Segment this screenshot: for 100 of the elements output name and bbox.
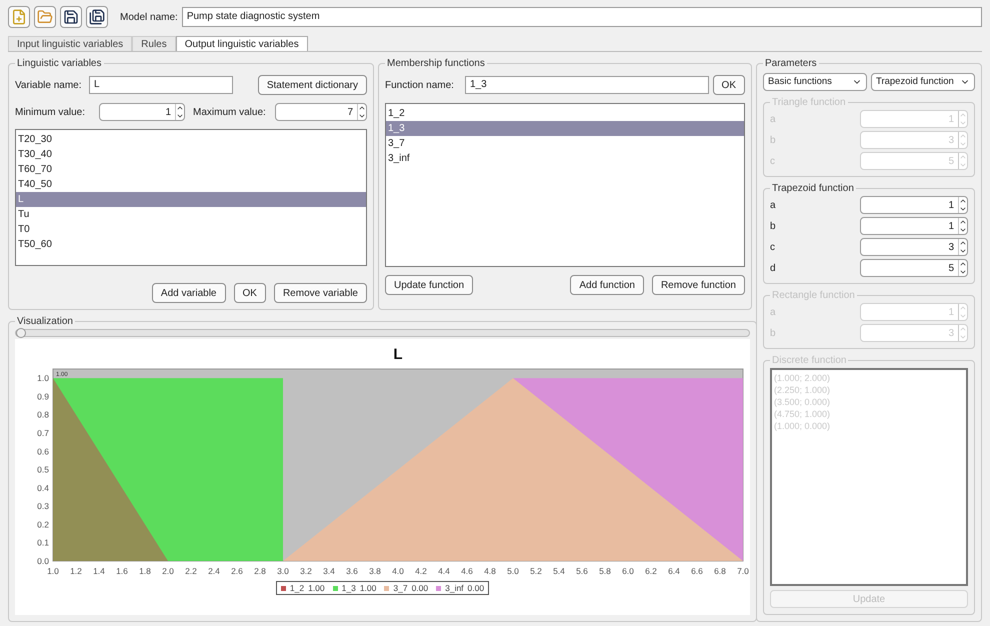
x-tick-label: 2.0: [162, 566, 174, 576]
folder-icon: [37, 9, 53, 25]
x-tick-label: 2.2: [185, 566, 197, 576]
group-title: Linguistic variables: [16, 57, 102, 71]
x-tick-label: 1.4: [93, 566, 105, 576]
y-tick-label: 1.0: [37, 373, 49, 384]
chart-title: L: [393, 346, 403, 363]
group-title: Membership functions: [386, 57, 486, 71]
tab[interactable]: Rules: [132, 36, 176, 51]
model-name-label: Model name:: [120, 10, 178, 24]
group-title: Trapezoid function: [771, 182, 855, 196]
y-tick-label: 0.9: [37, 391, 49, 402]
x-tick-label: 1.0: [47, 566, 59, 576]
parameter-spinner[interactable]: 5: [860, 259, 968, 277]
parameter-spinner[interactable]: 3: [860, 238, 968, 256]
variable-name-field[interactable]: L: [89, 76, 233, 94]
x-tick-label: 5.4: [553, 566, 565, 576]
x-tick-label: 4.8: [484, 566, 496, 576]
x-tick-label: 6.2: [645, 566, 657, 576]
x-tick-label: 6.4: [668, 566, 680, 576]
tab[interactable]: Output linguistic variables: [176, 36, 308, 51]
x-tick-label: 3.2: [300, 566, 312, 576]
variable-name-label: Variable name:: [15, 78, 83, 92]
x-tick-label: 4.0: [392, 566, 404, 576]
legend-label: 1_2: [290, 582, 304, 594]
x-tick-label: 1.8: [139, 566, 151, 576]
legend-value: 1.00: [308, 582, 325, 594]
x-tick-label: 6.6: [691, 566, 703, 576]
model-name-field[interactable]: Pump state diagnostic system: [182, 7, 982, 27]
function-name-field[interactable]: 1_3: [465, 76, 709, 94]
x-tick-label: 4.2: [415, 566, 427, 576]
y-tick-label: 0.6: [37, 446, 49, 456]
tab[interactable]: Input linguistic variables: [8, 36, 132, 51]
x-tick-label: 4.6: [461, 566, 473, 576]
x-tick-label: 3.4: [323, 566, 335, 576]
slider-track[interactable]: [15, 329, 750, 337]
parameter-label: a: [770, 198, 777, 212]
x-tick-label: 4.4: [438, 566, 450, 576]
list-item[interactable]: T20_30: [16, 132, 366, 147]
slider-thumb[interactable]: [16, 328, 26, 338]
variable-action-button[interactable]: OK: [234, 283, 266, 303]
list-item[interactable]: T50_60: [16, 237, 366, 252]
maximum-value-spinner[interactable]: 7: [275, 103, 367, 121]
legend-label: 3_inf: [445, 582, 464, 594]
list-item[interactable]: 1_2: [386, 106, 744, 121]
statement-dictionary-button[interactable]: Statement dictionary: [258, 75, 367, 95]
parameter-spinner[interactable]: 1: [860, 196, 968, 214]
legend-label: 1_3: [342, 582, 356, 594]
list-item[interactable]: 3_inf: [386, 151, 744, 166]
maximum-value-label: Maximum value:: [193, 106, 267, 120]
legend-value: 0.00: [412, 582, 428, 594]
y-tick-label: 0.1: [37, 538, 49, 548]
x-tick-label: 2.6: [231, 566, 243, 576]
toolbar-button[interactable]: [60, 6, 82, 28]
group-title: Parameters: [764, 57, 818, 71]
list-item[interactable]: T40_50: [16, 177, 366, 192]
minimum-value-spinner[interactable]: 1: [99, 103, 185, 121]
x-tick-label: 3.6: [346, 566, 358, 576]
variable-action-button[interactable]: Remove variable: [274, 283, 367, 303]
list-item[interactable]: Tu: [16, 207, 366, 222]
y-tick-label: 0.0: [37, 556, 49, 566]
x-tick-label: 3.0: [277, 566, 289, 576]
x-tick-label: 2.4: [208, 566, 220, 576]
group-title: Visualization: [16, 315, 74, 329]
parameter-label: c: [770, 240, 776, 254]
parameter-label: b: [770, 220, 777, 234]
y-tick-label: 0.3: [37, 501, 49, 512]
x-tick-label: 3.8: [369, 566, 381, 576]
new-file-icon: [11, 9, 27, 25]
legend-value: 0.00: [468, 582, 484, 594]
parameter-spinner[interactable]: 1: [860, 217, 968, 235]
function-action-button[interactable]: Add function: [570, 275, 644, 295]
legend-value: 1.00: [360, 582, 376, 594]
toolbar-button[interactable]: [86, 6, 108, 28]
x-tick-label: 5.2: [530, 566, 542, 576]
list-item[interactable]: T30_40: [16, 147, 366, 162]
list-item[interactable]: 3_7: [386, 136, 744, 151]
y-tick-label: 0.4: [37, 482, 49, 493]
x-tick-label: 7.0: [737, 566, 749, 576]
function-action-button[interactable]: Remove function: [652, 275, 745, 295]
y-tick-label: 0.7: [37, 428, 49, 438]
list-item[interactable]: T0: [16, 222, 366, 237]
dropdown[interactable]: Basic functions: [763, 73, 867, 91]
x-tick-label: 5.0: [507, 566, 519, 576]
ok-button[interactable]: OK: [712, 75, 745, 95]
minimum-value-label: Minimum value:: [15, 106, 86, 120]
dropdown[interactable]: Trapezoid function: [871, 73, 975, 91]
x-tick-label: 5.6: [576, 566, 588, 576]
list-item[interactable]: T60_70: [16, 162, 366, 177]
y-tick-label: 0.2: [37, 519, 49, 530]
parameter-label: d: [770, 262, 777, 276]
variable-action-button[interactable]: Add variable: [152, 283, 226, 303]
x-tick-label: 6.0: [622, 566, 634, 576]
x-tick-label: 1.6: [116, 566, 128, 576]
legend-label: 3_7: [393, 582, 408, 594]
y-tick-label: 0.8: [37, 410, 49, 420]
x-tick-label: 2.8: [254, 566, 266, 576]
update-function-button[interactable]: Update function: [385, 275, 474, 295]
x-tick-label: 1.2: [70, 566, 82, 576]
function-name-label: Function name:: [385, 78, 455, 92]
